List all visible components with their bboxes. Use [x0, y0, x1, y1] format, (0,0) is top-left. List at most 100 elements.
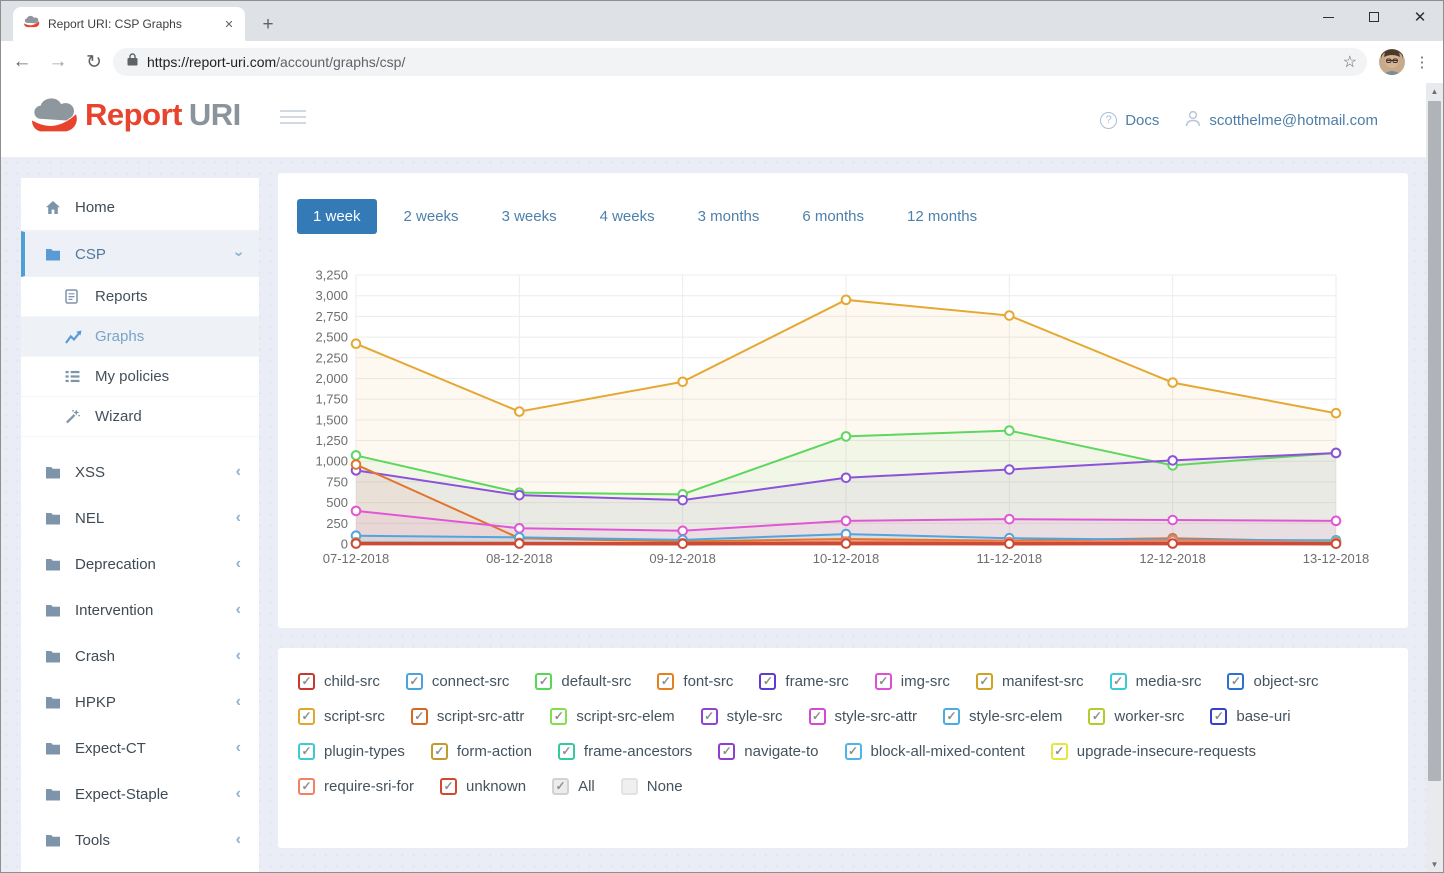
- sidebar-item-graphs[interactable]: Graphs: [21, 317, 259, 357]
- checkbox-style-src[interactable]: ✓: [701, 708, 718, 725]
- tab-3-weeks[interactable]: 3 weeks: [486, 199, 573, 234]
- scrollbar-down-arrow[interactable]: ▼: [1426, 856, 1443, 872]
- legend-item-frame-ancestors[interactable]: ✓frame-ancestors: [558, 743, 692, 760]
- legend-item-none[interactable]: None: [621, 778, 683, 795]
- checkbox-unknown[interactable]: ✓: [440, 778, 457, 795]
- checkbox-script-src-attr[interactable]: ✓: [411, 708, 428, 725]
- legend-item-block-all-mixed-content[interactable]: ✓block-all-mixed-content: [845, 743, 1025, 760]
- checkbox-frame-ancestors[interactable]: ✓: [558, 743, 575, 760]
- checkbox-frame-src[interactable]: ✓: [759, 673, 776, 690]
- legend-item-unknown[interactable]: ✓unknown: [440, 778, 526, 795]
- legend-item-manifest-src[interactable]: ✓manifest-src: [976, 673, 1084, 690]
- report-uri-logo[interactable]: ReportURI: [29, 97, 241, 133]
- window-close-button[interactable]: ✕: [1397, 1, 1443, 33]
- sidebar-item-tools[interactable]: Tools‹: [21, 817, 259, 863]
- refresh-button[interactable]: ↻: [79, 47, 109, 77]
- legend-item-style-src[interactable]: ✓style-src: [701, 708, 783, 725]
- legend-row: ✓require-sri-for ✓unknown ✓All None: [298, 773, 1345, 799]
- legend-item-require-sri-for[interactable]: ✓require-sri-for: [298, 778, 414, 795]
- svg-text:2,500: 2,500: [315, 330, 348, 345]
- legend-item-frame-src[interactable]: ✓frame-src: [759, 673, 848, 690]
- sidebar-item-deprecation[interactable]: Deprecation‹: [21, 541, 259, 587]
- docs-link[interactable]: ? Docs: [1100, 112, 1159, 129]
- scrollbar-thumb[interactable]: [1428, 101, 1441, 781]
- checkbox-style-src-attr[interactable]: ✓: [809, 708, 826, 725]
- bookmark-star-icon[interactable]: ☆: [1343, 52, 1357, 72]
- legend-item-style-src-elem[interactable]: ✓style-src-elem: [943, 708, 1062, 725]
- tab-3-months[interactable]: 3 months: [682, 199, 776, 234]
- browser-menu-icon[interactable]: ⋮: [1409, 49, 1435, 75]
- sidebar-item-crash[interactable]: Crash‹: [21, 633, 259, 679]
- legend-item-upgrade-insecure-requests[interactable]: ✓upgrade-insecure-requests: [1051, 743, 1256, 760]
- legend-item-script-src-elem[interactable]: ✓script-src-elem: [550, 708, 674, 725]
- checkbox-default-src[interactable]: ✓: [535, 673, 552, 690]
- window-maximize-button[interactable]: [1351, 1, 1397, 33]
- checkbox-connect-src[interactable]: ✓: [406, 673, 423, 690]
- checkbox-worker-src[interactable]: ✓: [1088, 708, 1105, 725]
- legend-item-base-uri[interactable]: ✓base-uri: [1210, 708, 1290, 725]
- legend-item-plugin-types[interactable]: ✓plugin-types: [298, 743, 405, 760]
- legend-item-script-src[interactable]: ✓script-src: [298, 708, 385, 725]
- sidebar-item-setup[interactable]: Setup: [21, 863, 259, 872]
- tab-6-months[interactable]: 6 months: [786, 199, 880, 234]
- checkbox-none[interactable]: [621, 778, 638, 795]
- checkbox-script-src[interactable]: ✓: [298, 708, 315, 725]
- hamburger-menu-icon[interactable]: [280, 110, 306, 128]
- checkbox-style-src-elem[interactable]: ✓: [943, 708, 960, 725]
- checkbox-object-src[interactable]: ✓: [1227, 673, 1244, 690]
- sidebar-item-expect-ct[interactable]: Expect-CT‹: [21, 725, 259, 771]
- legend-item-script-src-attr[interactable]: ✓script-src-attr: [411, 708, 525, 725]
- window-minimize-button[interactable]: [1305, 1, 1351, 33]
- tab-2-weeks[interactable]: 2 weeks: [388, 199, 475, 234]
- account-link[interactable]: scotthelme@hotmail.com: [1185, 110, 1378, 131]
- new-tab-button[interactable]: +: [255, 12, 281, 38]
- legend-item-default-src[interactable]: ✓default-src: [535, 673, 631, 690]
- checkbox-all[interactable]: ✓: [552, 778, 569, 795]
- legend-item-worker-src[interactable]: ✓worker-src: [1088, 708, 1184, 725]
- address-bar[interactable]: https://report-uri.com/account/graphs/cs…: [113, 48, 1367, 76]
- sidebar-item-reports[interactable]: Reports: [21, 277, 259, 317]
- checkbox-plugin-types[interactable]: ✓: [298, 743, 315, 760]
- checkbox-form-action[interactable]: ✓: [431, 743, 448, 760]
- checkbox-require-sri-for[interactable]: ✓: [298, 778, 315, 795]
- sidebar-item-intervention[interactable]: Intervention‹: [21, 587, 259, 633]
- tab-12-months[interactable]: 12 months: [891, 199, 993, 234]
- scrollbar-up-arrow[interactable]: ▲: [1426, 83, 1443, 99]
- checkbox-child-src[interactable]: ✓: [298, 673, 315, 690]
- checkbox-manifest-src[interactable]: ✓: [976, 673, 993, 690]
- legend-item-connect-src[interactable]: ✓connect-src: [406, 673, 510, 690]
- checkbox-media-src[interactable]: ✓: [1110, 673, 1127, 690]
- sidebar-item-hpkp[interactable]: HPKP‹: [21, 679, 259, 725]
- legend-item-all[interactable]: ✓All: [552, 778, 595, 795]
- sidebar-item-xss[interactable]: XSS‹: [21, 449, 259, 495]
- forward-button[interactable]: →: [43, 47, 73, 77]
- legend-item-navigate-to[interactable]: ✓navigate-to: [718, 743, 818, 760]
- page-scrollbar[interactable]: ▲ ▼: [1426, 83, 1443, 872]
- sidebar-item-wizard[interactable]: Wizard: [21, 397, 259, 437]
- legend-item-style-src-attr[interactable]: ✓style-src-attr: [809, 708, 918, 725]
- checkbox-block-all-mixed-content[interactable]: ✓: [845, 743, 862, 760]
- sidebar-item-expect-staple[interactable]: Expect-Staple‹: [21, 771, 259, 817]
- checkbox-script-src-elem[interactable]: ✓: [550, 708, 567, 725]
- checkbox-font-src[interactable]: ✓: [657, 673, 674, 690]
- checkbox-base-uri[interactable]: ✓: [1210, 708, 1227, 725]
- sidebar-item-csp[interactable]: CSP›: [21, 231, 259, 277]
- profile-avatar[interactable]: [1379, 49, 1405, 75]
- checkbox-img-src[interactable]: ✓: [875, 673, 892, 690]
- legend-item-font-src[interactable]: ✓font-src: [657, 673, 733, 690]
- legend-item-child-src[interactable]: ✓child-src: [298, 673, 380, 690]
- checkbox-upgrade-insecure-requests[interactable]: ✓: [1051, 743, 1068, 760]
- sidebar-item-nel[interactable]: NEL‹: [21, 495, 259, 541]
- sidebar-item-my-policies[interactable]: My policies: [21, 357, 259, 397]
- checkbox-navigate-to[interactable]: ✓: [718, 743, 735, 760]
- tab-4-weeks[interactable]: 4 weeks: [584, 199, 671, 234]
- tab-close-icon[interactable]: ✕: [221, 16, 237, 32]
- browser-tab[interactable]: Report URI: CSP Graphs ✕: [13, 7, 245, 41]
- legend-item-form-action[interactable]: ✓form-action: [431, 743, 532, 760]
- legend-item-object-src[interactable]: ✓object-src: [1227, 673, 1318, 690]
- legend-item-img-src[interactable]: ✓img-src: [875, 673, 950, 690]
- sidebar-item-home[interactable]: Home: [21, 185, 259, 231]
- tab-1-week[interactable]: 1 week: [297, 199, 377, 234]
- legend-item-media-src[interactable]: ✓media-src: [1110, 673, 1202, 690]
- back-button[interactable]: ←: [7, 47, 37, 77]
